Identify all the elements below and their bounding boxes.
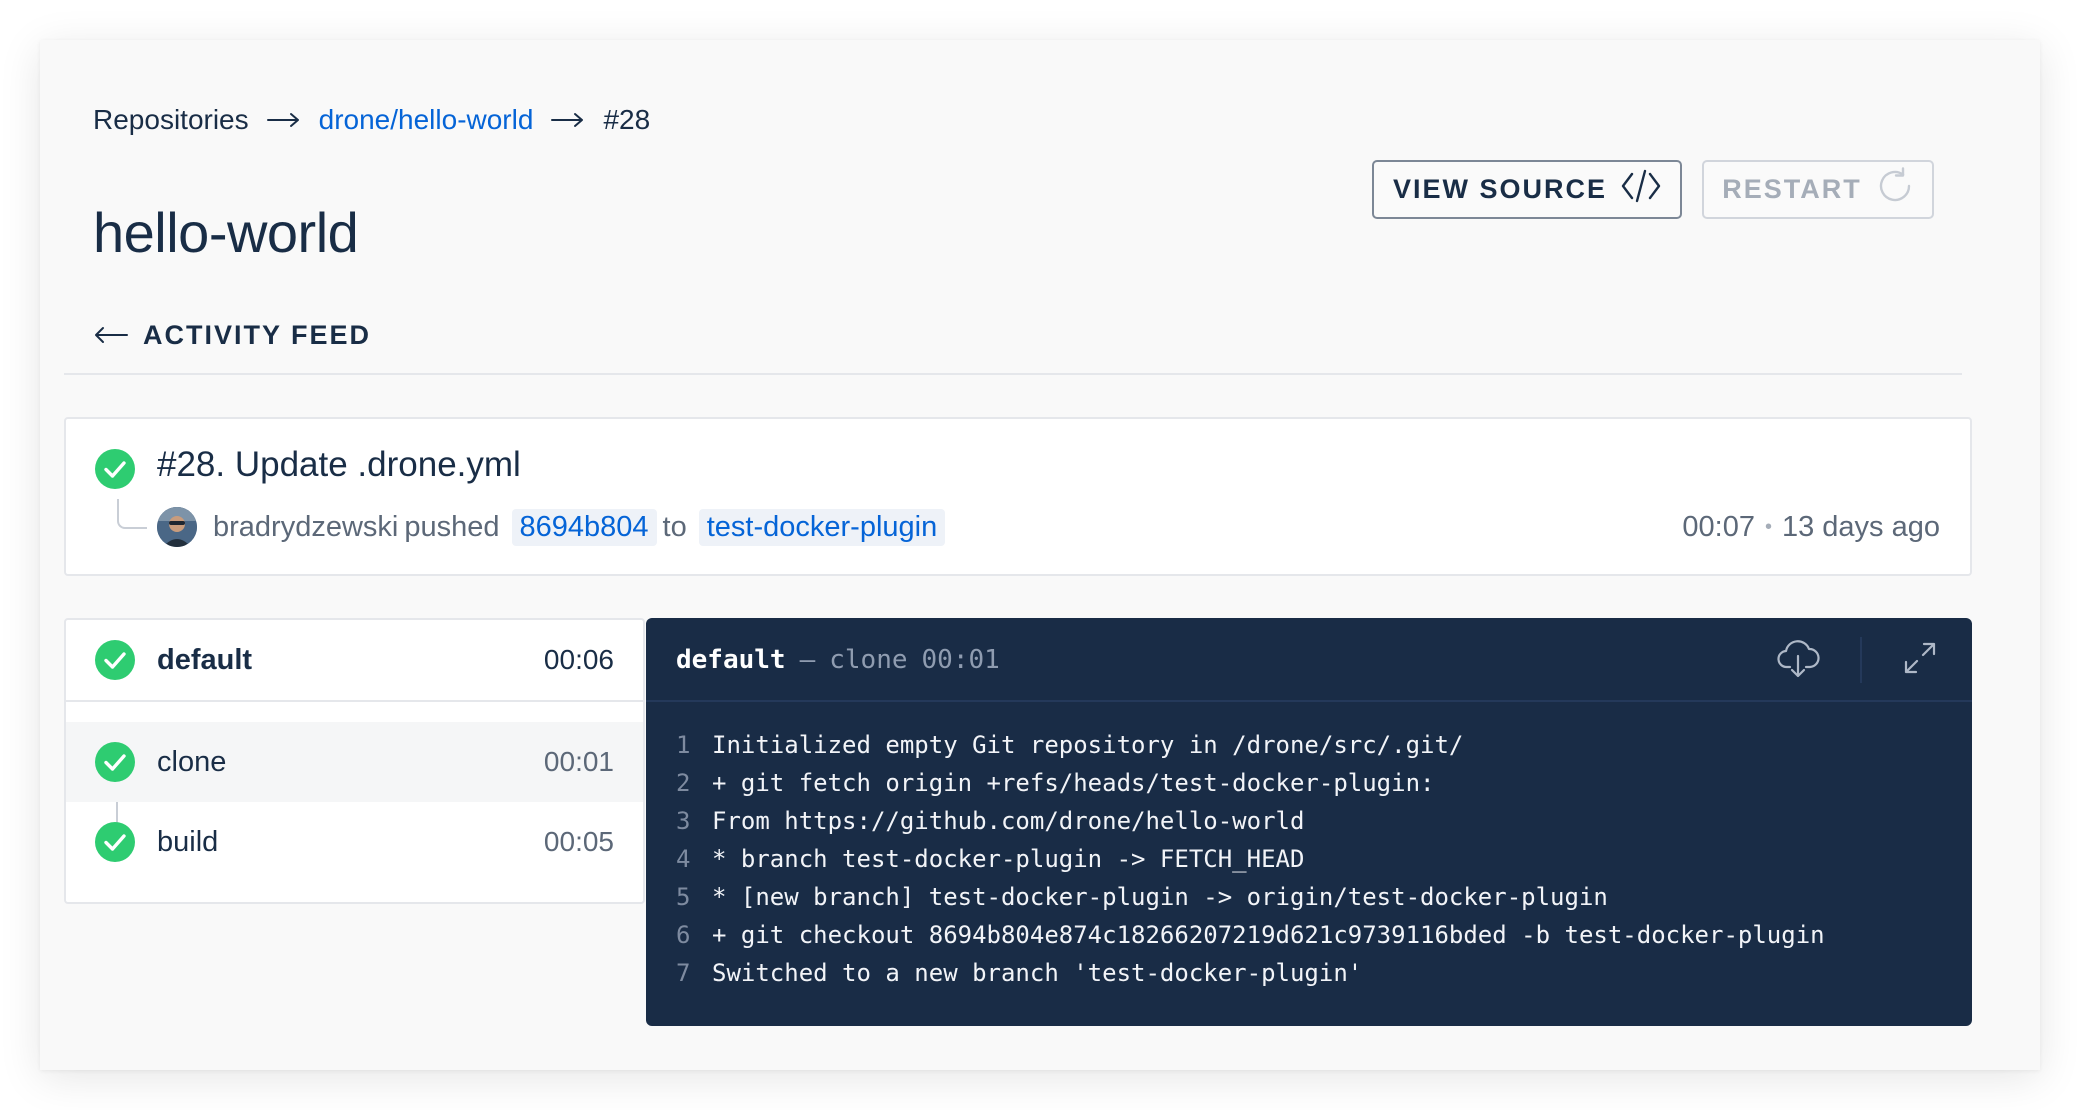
stage-panel: default 00:06 clone 00:01 build 00:05 xyxy=(64,618,645,904)
activity-feed-link[interactable]: ACTIVITY FEED xyxy=(93,315,371,355)
tree-connector xyxy=(117,499,147,529)
breadcrumb-build: #28 xyxy=(603,104,651,135)
page-title: hello-world xyxy=(93,201,359,264)
step-name: clone xyxy=(157,746,227,778)
line-number: 6 xyxy=(676,921,691,949)
line-number: 7 xyxy=(676,959,691,987)
stage-header[interactable]: default 00:06 xyxy=(66,620,643,702)
log-duration: 00:01 xyxy=(921,645,1000,675)
download-cloud-icon xyxy=(1776,636,1820,685)
log-line: 4 * branch test-docker-plugin -> FETCH_HE… xyxy=(676,840,1825,878)
avatar xyxy=(157,507,197,547)
step-build[interactable]: build 00:05 xyxy=(66,802,643,882)
log-step: clone xyxy=(829,645,908,675)
log-actions xyxy=(1774,636,1944,684)
log-line: 6 + git checkout 8694b804e874c18266207219… xyxy=(676,916,1825,954)
step-name: build xyxy=(157,826,219,858)
log-line: 1 Initialized empty Git repository in /dr… xyxy=(676,726,1825,764)
stage-name: default xyxy=(157,644,253,676)
log-line: 3 From https://github.com/drone/hello-wor… xyxy=(676,802,1825,840)
expand-button[interactable] xyxy=(1896,636,1944,684)
step-duration: 00:01 xyxy=(543,746,614,777)
check-circle-icon xyxy=(95,640,135,685)
activity-feed-label: ACTIVITY FEED xyxy=(143,319,372,350)
log-header: default — clone 00:01 xyxy=(646,618,1972,702)
main-container: Repositories drone/hello-world #28 hello… xyxy=(40,40,2040,1070)
log-line: 7 Switched to a new branch 'test-docker-p… xyxy=(676,954,1825,992)
check-circle-icon xyxy=(95,449,135,494)
check-circle-icon xyxy=(95,822,135,867)
line-text: + git fetch origin +refs/heads/test-dock… xyxy=(712,769,1435,797)
log-output: 1 Initialized empty Git repository in /dr… xyxy=(676,726,1825,992)
build-timing: 00:07 • 13 days ago xyxy=(1682,505,1940,549)
log-title: default — clone 00:01 xyxy=(676,640,1000,680)
log-dash: — xyxy=(799,645,816,675)
line-text: From https://github.com/drone/hello-worl… xyxy=(712,807,1305,835)
step-clone[interactable]: clone 00:01 xyxy=(66,722,643,802)
line-text: * branch test-docker-plugin -> FETCH_HEA… xyxy=(712,845,1305,873)
check-circle-icon xyxy=(95,742,135,787)
arrow-right-icon xyxy=(266,112,301,128)
commit-link[interactable]: 8694b804 xyxy=(511,508,657,546)
line-text: + git checkout 8694b804e874c18266207219d… xyxy=(712,921,1825,949)
line-text: Switched to a new branch 'test-docker-pl… xyxy=(712,959,1363,987)
view-source-label: VIEW SOURCE xyxy=(1392,174,1608,204)
line-number: 2 xyxy=(676,769,691,797)
arrow-right-icon xyxy=(551,112,585,128)
restart-button[interactable]: RESTART xyxy=(1702,160,1934,219)
log-panel: default — clone 00:01 1Initialized empty… xyxy=(646,618,1972,1026)
line-text: * [new branch] test-docker-plugin -> ori… xyxy=(712,883,1608,911)
breadcrumb-repositories[interactable]: Repositories xyxy=(93,104,249,136)
log-line: 2 + git fetch origin +refs/heads/test-doc… xyxy=(676,764,1825,802)
refresh-icon xyxy=(1876,167,1914,212)
build-meta: bradrydzewski pushed 8694b804 to test-do… xyxy=(213,505,951,549)
arrow-left-icon xyxy=(93,320,129,351)
action-separator xyxy=(1860,637,1862,683)
view-source-button[interactable]: VIEW SOURCE xyxy=(1372,160,1682,219)
build-action: pushed xyxy=(404,510,500,543)
build-title: #28. Update .drone.yml xyxy=(157,445,521,484)
separator-dot: • xyxy=(1764,515,1772,538)
build-to: to xyxy=(662,510,687,543)
build-author: bradrydzewski xyxy=(213,510,399,543)
step-duration: 00:05 xyxy=(543,826,614,857)
download-button[interactable] xyxy=(1774,636,1822,684)
line-text: Initialized empty Git repository in /dro… xyxy=(712,731,1464,759)
restart-label: RESTART xyxy=(1722,174,1862,204)
branch-link[interactable]: test-docker-plugin xyxy=(698,508,946,546)
log-stage: default xyxy=(676,645,786,675)
line-number: 1 xyxy=(676,731,691,759)
divider xyxy=(64,373,1962,375)
line-number: 5 xyxy=(676,883,691,911)
build-summary-card: #28. Update .drone.yml bradrydzewski pus… xyxy=(64,417,1972,576)
breadcrumb: Repositories drone/hello-world #28 xyxy=(93,100,650,140)
expand-icon xyxy=(1900,638,1940,683)
breadcrumb-repo[interactable]: drone/hello-world xyxy=(319,104,534,136)
line-number: 3 xyxy=(676,807,691,835)
build-age: 13 days ago xyxy=(1781,510,1940,543)
line-number: 4 xyxy=(676,845,691,873)
stage-duration: 00:06 xyxy=(543,644,614,675)
code-icon xyxy=(1621,168,1661,211)
build-duration: 00:07 xyxy=(1682,510,1755,543)
log-line: 5 * [new branch] test-docker-plugin -> or… xyxy=(676,878,1825,916)
